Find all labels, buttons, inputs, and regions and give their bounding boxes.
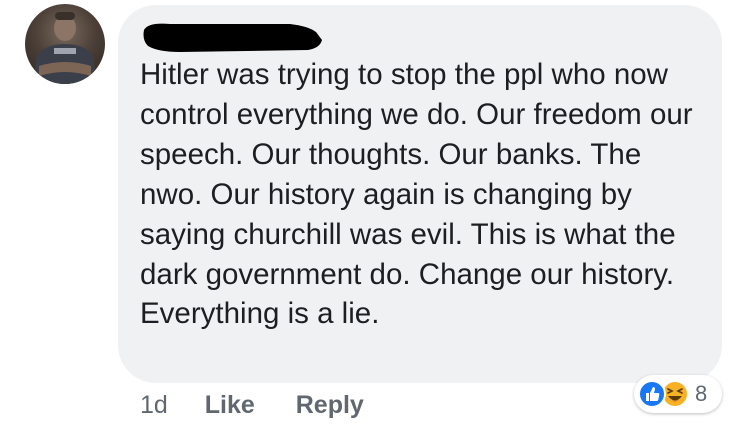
comment-text: Hitler was trying to stop the ppl who no… <box>140 58 693 331</box>
reactions-summary[interactable]: 8 <box>634 375 722 413</box>
reaction-count: 8 <box>695 381 708 406</box>
avatar-photo <box>33 12 97 84</box>
reply-button[interactable]: Reply <box>296 386 364 424</box>
comment-timestamp[interactable]: 1d <box>140 386 168 424</box>
like-button[interactable]: Like <box>205 386 255 424</box>
like-icon <box>638 380 666 408</box>
avatar[interactable] <box>25 4 105 84</box>
redacted-author-name <box>143 23 322 52</box>
comment-actions: 1d Like Reply <box>140 386 364 424</box>
